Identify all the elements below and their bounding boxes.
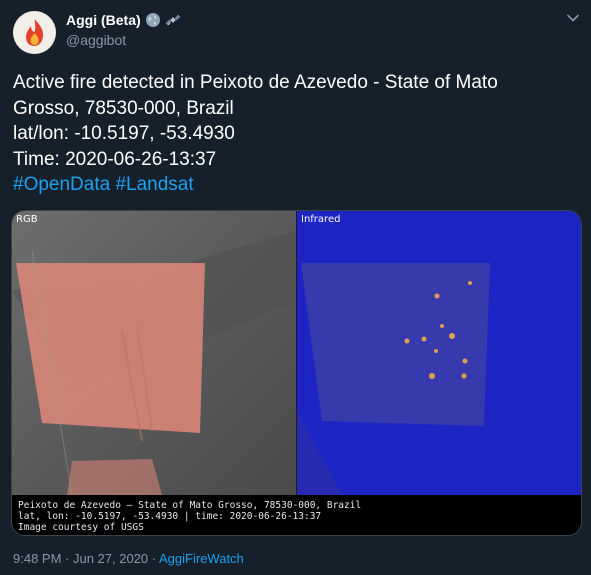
display-name[interactable]: Aggi (Beta) xyxy=(66,12,141,28)
globe-icon xyxy=(145,13,160,27)
tweet-date[interactable]: Jun 27, 2020 xyxy=(73,551,148,566)
caption-line-3: Image courtesy of USGS xyxy=(18,522,144,533)
satellite-icon xyxy=(165,14,181,26)
avatar[interactable] xyxy=(13,11,56,54)
tweet-line: Time: 2020-06-26-13:37 xyxy=(13,148,217,170)
caption-line-1: Peixoto de Azevedo — State of Mato Gross… xyxy=(18,500,361,511)
tweet-meta: 9:48 PM · Jun 27, 2020 · AggiFireWatch xyxy=(13,551,244,566)
tweet-line: Active fire detected in Peixoto de Azeve… xyxy=(13,72,498,93)
hashtag-line: #OpenData #Landsat xyxy=(13,172,573,198)
infrared-panel: Infrared xyxy=(297,211,581,495)
handle[interactable]: @aggibot xyxy=(66,32,181,48)
hashtag-opendata[interactable]: #OpenData xyxy=(13,174,110,195)
satellite-image: RGB Infrared Peixoto de Azevedo — State … xyxy=(12,211,581,535)
infrared-label: Infrared xyxy=(301,214,340,225)
tweet-time[interactable]: 9:48 PM xyxy=(13,551,61,566)
hashtag-landsat[interactable]: #Landsat xyxy=(115,174,193,195)
fire-icon xyxy=(26,19,44,46)
author-info: Aggi (Beta) @aggibot xyxy=(66,11,181,48)
separator: · xyxy=(61,551,73,566)
chevron-down-icon[interactable] xyxy=(566,11,580,25)
caption-line-2: lat, lon: -10.5197, -53.4930 | time: 202… xyxy=(18,511,321,522)
rgb-panel: RGB xyxy=(12,211,296,496)
rgb-label: RGB xyxy=(16,214,38,225)
media-image[interactable]: RGB Infrared Peixoto de Azevedo — State … xyxy=(11,210,582,536)
tweet-text: Active fire detected in Peixoto de Azeve… xyxy=(13,70,573,198)
caption-bar: Peixoto de Azevedo — State of Mato Gross… xyxy=(12,495,581,535)
separator: · xyxy=(148,551,160,566)
tweet-line: lat/lon: -10.5197, -53.4930 xyxy=(13,123,235,144)
tweet-line: Grosso, 78530-000, Brazil xyxy=(13,97,234,119)
tweet-source[interactable]: AggiFireWatch xyxy=(159,551,244,566)
